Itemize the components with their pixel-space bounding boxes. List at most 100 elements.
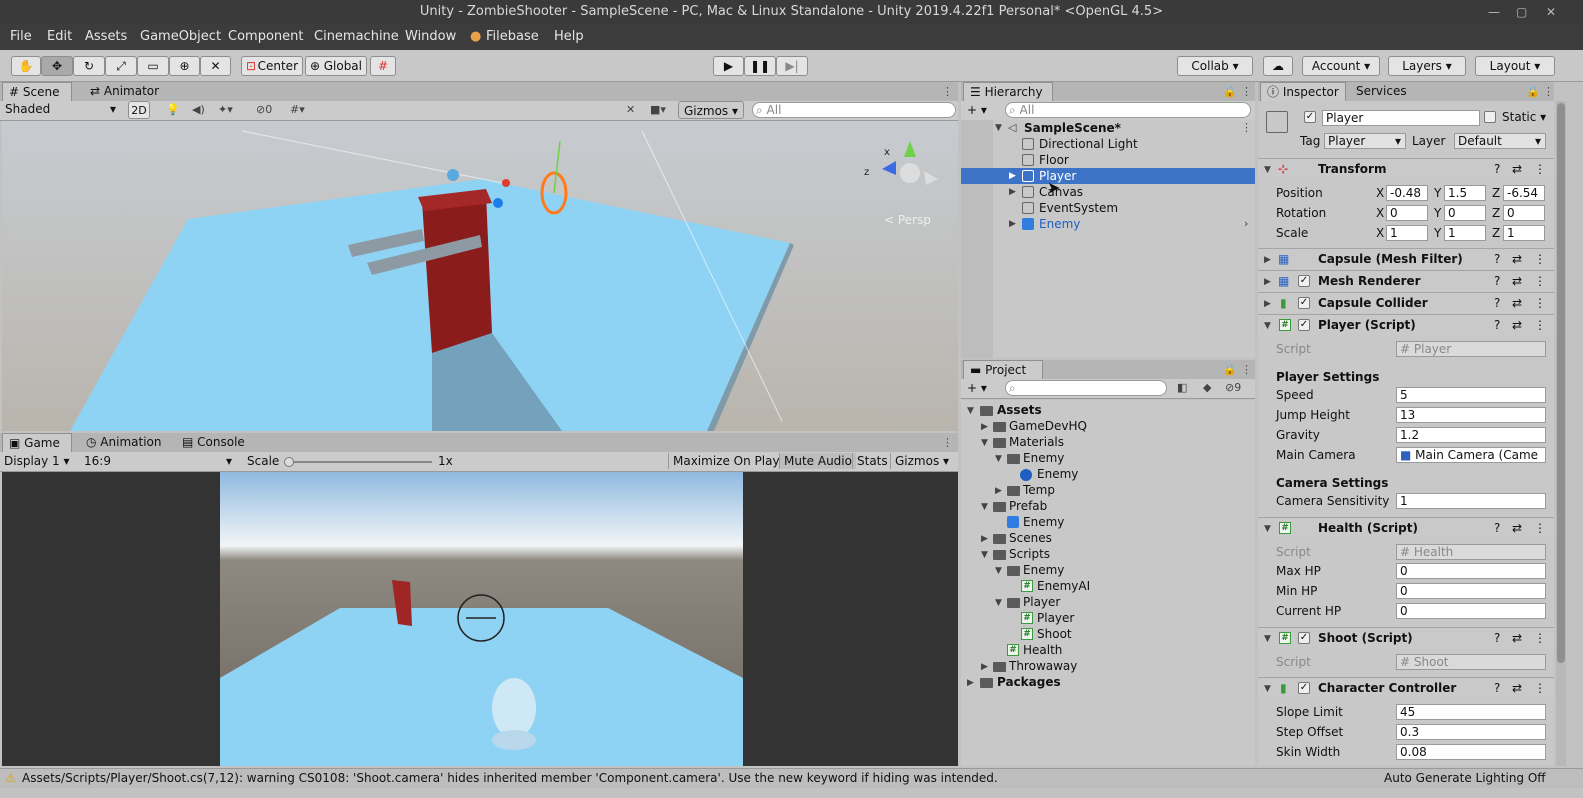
expand-arrow-icon[interactable]: ▼ xyxy=(981,550,988,560)
gravity-field[interactable]: 1.2 xyxy=(1396,427,1546,443)
collapse-arrow-icon[interactable]: ▼ xyxy=(1264,160,1271,180)
help-icon[interactable]: ? xyxy=(1494,271,1500,291)
project-scripts-player[interactable]: Player xyxy=(1023,594,1060,610)
collapse-arrow-icon[interactable]: ▼ xyxy=(1264,629,1271,649)
jump-height-field[interactable]: 13 xyxy=(1396,407,1546,423)
component-menu-icon[interactable]: ⋮ xyxy=(1534,678,1546,698)
expand-arrow-icon[interactable]: ▶ xyxy=(981,422,988,432)
game-gizmos-dropdown[interactable]: Gizmos ▾ xyxy=(890,453,953,469)
stats-toggle[interactable]: Stats xyxy=(852,453,892,469)
camera-icon[interactable]: ■▾ xyxy=(650,103,666,116)
help-icon[interactable]: ? xyxy=(1494,628,1500,648)
component-menu-icon[interactable]: ⋮ xyxy=(1534,249,1546,269)
enabled-checkbox[interactable]: ✓ xyxy=(1298,297,1310,309)
tab-project[interactable]: ▬ Project xyxy=(963,360,1043,380)
scene-viewport[interactable]: zx < Persp xyxy=(2,121,958,431)
hidden-packages-icon[interactable]: ⊘9 xyxy=(1225,381,1241,394)
health-script-header[interactable]: ▼ # Health (Script) ? ⇄ ⋮ xyxy=(1258,517,1554,538)
expand-arrow-icon[interactable]: ▶ xyxy=(1009,219,1016,229)
object-name-field[interactable]: Player xyxy=(1322,110,1480,126)
pivot-center-button[interactable]: ⊡ Center xyxy=(241,56,303,76)
account-dropdown[interactable]: Account ▾ xyxy=(1302,56,1380,76)
create-dropdown[interactable]: + ▾ xyxy=(967,102,987,118)
component-menu-icon[interactable]: ⋮ xyxy=(1534,293,1546,313)
expand-arrow-icon[interactable]: ▼ xyxy=(995,566,1002,576)
layout-dropdown[interactable]: Layout ▾ xyxy=(1475,56,1555,76)
menu-assets[interactable]: Assets xyxy=(85,29,127,44)
move-tool-icon[interactable]: ✥ xyxy=(41,56,73,76)
hierarchy-item-eventsystem[interactable]: EventSystem xyxy=(1039,200,1118,216)
rotation-z-field[interactable]: 0 xyxy=(1503,205,1545,221)
slope-limit-field[interactable]: 45 xyxy=(1396,704,1546,720)
help-icon[interactable]: ? xyxy=(1494,518,1500,538)
help-icon[interactable]: ? xyxy=(1494,293,1500,313)
expand-arrow-icon[interactable]: ▼ xyxy=(981,502,988,512)
expand-arrow-icon[interactable]: ▶ xyxy=(1264,294,1271,314)
help-icon[interactable]: ? xyxy=(1494,159,1500,179)
rotation-x-field[interactable]: 0 xyxy=(1386,205,1428,221)
shading-mode-dropdown[interactable]: Shaded ▾ xyxy=(2,102,120,118)
scale-x-field[interactable]: 1 xyxy=(1386,225,1428,241)
component-menu-icon[interactable]: ⋮ xyxy=(1534,518,1546,538)
enabled-checkbox[interactable]: ✓ xyxy=(1298,275,1310,287)
project-assets[interactable]: Assets xyxy=(997,402,1042,418)
minimize-icon[interactable]: — xyxy=(1488,0,1500,24)
tab-inspector[interactable]: ⓘ Inspector xyxy=(1260,82,1346,102)
audio-icon[interactable]: ◀) xyxy=(192,103,205,116)
scene-root[interactable]: SampleScene* xyxy=(1024,120,1121,136)
expand-arrow-icon[interactable]: ▼ xyxy=(967,406,974,416)
project-script-health[interactable]: Health xyxy=(1023,642,1062,658)
menu-file[interactable]: File xyxy=(10,29,32,44)
project-script-enemyai[interactable]: EnemyAI xyxy=(1037,578,1090,594)
collapse-arrow-icon[interactable]: ▼ xyxy=(1264,316,1271,336)
expand-arrow-icon[interactable]: ▼ xyxy=(995,454,1002,464)
player-script-header[interactable]: ▼ # ✓ Player (Script) ? ⇄ ⋮ xyxy=(1258,314,1554,335)
tab-console[interactable]: ▤ Console xyxy=(176,433,256,453)
position-y-field[interactable]: 1.5 xyxy=(1444,185,1486,201)
prefab-open-icon[interactable]: › xyxy=(1244,217,1248,230)
project-temp[interactable]: Temp xyxy=(1023,482,1055,498)
max-hp-field[interactable]: 0 xyxy=(1396,563,1546,579)
preset-icon[interactable]: ⇄ xyxy=(1512,249,1522,269)
shoot-script-header[interactable]: ▼ # ✓ Shoot (Script) ? ⇄ ⋮ xyxy=(1258,627,1554,648)
expand-arrow-icon[interactable]: ▼ xyxy=(995,123,1002,133)
project-packages[interactable]: Packages xyxy=(997,674,1061,690)
scene-search-input[interactable]: ⌕ All xyxy=(752,102,956,118)
help-icon[interactable]: ? xyxy=(1494,249,1500,269)
hidden-objects-icon[interactable]: ⊘0 xyxy=(256,103,272,116)
effects-icon[interactable]: ✦▾ xyxy=(218,103,233,116)
scale-z-field[interactable]: 1 xyxy=(1503,225,1545,241)
display-dropdown[interactable]: Display 1 ▾ xyxy=(4,453,80,469)
mesh-renderer-header[interactable]: ▶ ▦ ✓ Mesh Renderer ? ⇄ ⋮ xyxy=(1258,270,1554,291)
position-x-field[interactable]: -0.48 xyxy=(1386,185,1428,201)
close-icon[interactable]: ✕ xyxy=(1546,0,1556,24)
speed-field[interactable]: 5 xyxy=(1396,387,1546,403)
search-by-type-icon[interactable]: ◧ xyxy=(1177,381,1187,394)
menu-cinemachine[interactable]: Cinemachine xyxy=(314,29,399,44)
expand-arrow-icon[interactable]: ▼ xyxy=(981,438,988,448)
project-prefab-enemy[interactable]: Enemy xyxy=(1023,514,1064,530)
hierarchy-item-enemy[interactable]: Enemy xyxy=(1039,216,1080,232)
inspector-scrollbar[interactable] xyxy=(1556,101,1566,766)
gizmos-dropdown[interactable]: Gizmos ▾ xyxy=(678,101,744,119)
lock-icon[interactable]: 🔒 xyxy=(1526,85,1540,98)
rect-tool-icon[interactable]: ▭ xyxy=(137,56,169,76)
search-by-label-icon[interactable]: ◆ xyxy=(1203,381,1211,394)
project-material-enemy[interactable]: Enemy xyxy=(1037,466,1078,482)
preset-icon[interactable]: ⇄ xyxy=(1512,518,1522,538)
panel-menu-icon[interactable]: ⋮ xyxy=(942,85,953,98)
scrollbar-thumb[interactable] xyxy=(1557,103,1565,663)
component-menu-icon[interactable]: ⋮ xyxy=(1534,628,1546,648)
console-warning-message[interactable]: Assets/Scripts/Player/Shoot.cs(7,12): wa… xyxy=(22,770,998,786)
transform-tool-icon[interactable]: ⊕ xyxy=(169,56,200,76)
help-icon[interactable]: ? xyxy=(1494,678,1500,698)
step-offset-field[interactable]: 0.3 xyxy=(1396,724,1546,740)
min-hp-field[interactable]: 0 xyxy=(1396,583,1546,599)
game-viewport[interactable] xyxy=(2,472,958,766)
maximize-on-play-toggle[interactable]: Maximize On Play xyxy=(668,453,784,469)
position-z-field[interactable]: -6.54 xyxy=(1503,185,1545,201)
project-scenes[interactable]: Scenes xyxy=(1009,530,1052,546)
hand-tool-icon[interactable]: ✋ xyxy=(11,56,41,76)
collapse-arrow-icon[interactable]: ▼ xyxy=(1264,519,1271,539)
panel-menu-icon[interactable]: ⋮ xyxy=(1241,85,1252,98)
